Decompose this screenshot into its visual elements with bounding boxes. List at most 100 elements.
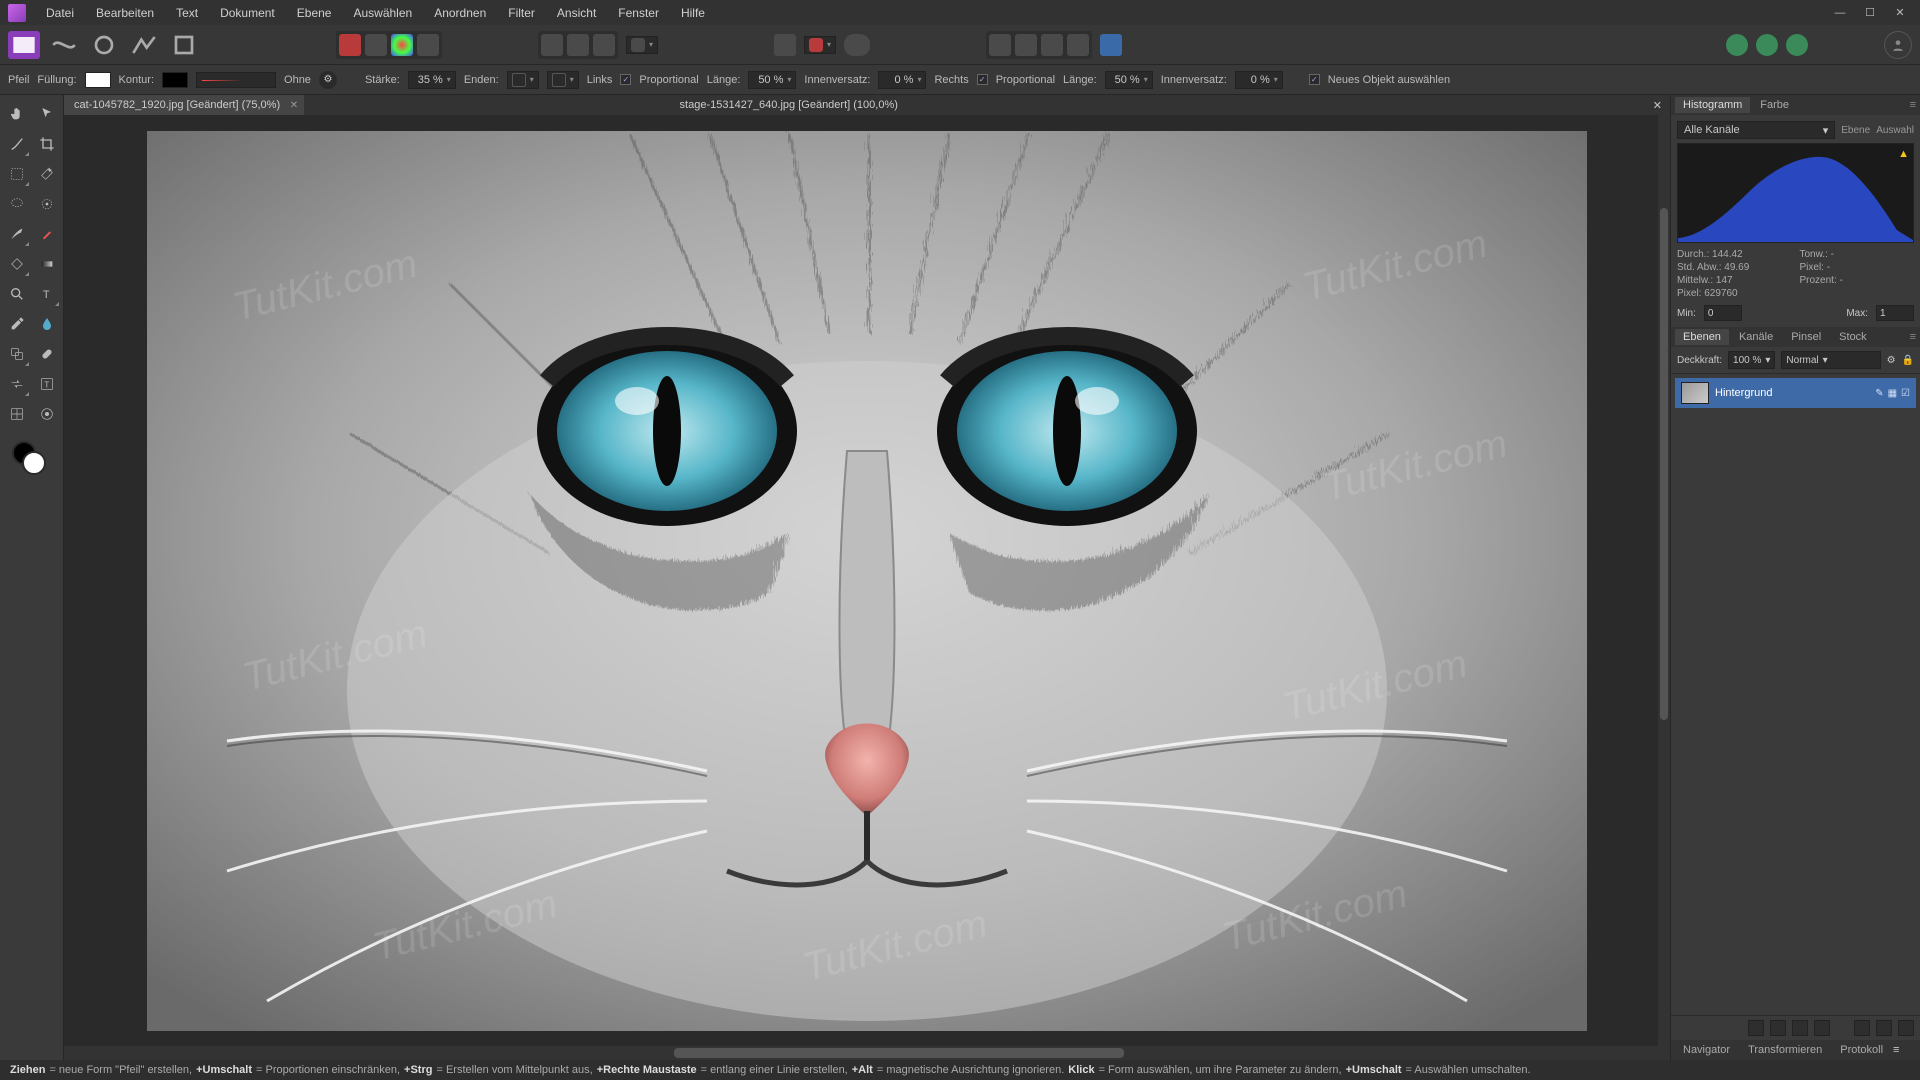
layer-fx-icon[interactable]: ⚙: [1887, 355, 1896, 366]
preview-icon[interactable]: [844, 34, 870, 56]
eyedropper-tool[interactable]: [4, 311, 30, 337]
channel-select[interactable]: Alle Kanäle▾: [1677, 121, 1835, 139]
panel-menu-icon[interactable]: ≡: [1910, 99, 1916, 111]
scope-ebene[interactable]: Ebene: [1841, 125, 1870, 136]
arrange-icon[interactable]: [774, 34, 796, 56]
tab-stock[interactable]: Stock: [1831, 329, 1875, 345]
t1-icon[interactable]: [989, 34, 1011, 56]
layer-vis-icon[interactable]: ☑: [1901, 388, 1910, 399]
layer-link-icon[interactable]: ▦: [1888, 388, 1897, 399]
blend-select[interactable]: Normal▾: [1781, 351, 1880, 369]
persona-photo[interactable]: [8, 31, 40, 59]
mask-icon[interactable]: [1748, 1020, 1764, 1036]
add-layer-icon[interactable]: [1876, 1020, 1892, 1036]
layers-menu-icon[interactable]: ≡: [1910, 331, 1916, 343]
prop-left-chk[interactable]: [620, 74, 631, 85]
group-icon[interactable]: [1854, 1020, 1870, 1036]
blur-tool[interactable]: [34, 311, 60, 337]
newobj-chk[interactable]: [1309, 74, 1320, 85]
tab-protokoll[interactable]: Protokoll: [1832, 1042, 1891, 1058]
bottom-menu-icon[interactable]: ≡: [1893, 1044, 1899, 1056]
prop-right-chk[interactable]: [977, 74, 988, 85]
menu-fenster[interactable]: Fenster: [608, 2, 669, 24]
doc-tab-0[interactable]: cat-1045782_1920.jpg [Geändert] (75,0%) …: [64, 95, 304, 115]
persona-liquify[interactable]: [48, 31, 80, 59]
zoom-dd[interactable]: ▾: [626, 36, 658, 54]
layer-edit-icon[interactable]: ✎: [1875, 388, 1883, 399]
menu-ebene[interactable]: Ebene: [287, 2, 342, 24]
length-l-dd[interactable]: 50 %▾: [748, 71, 796, 89]
minimize-btn[interactable]: —: [1828, 3, 1852, 23]
hand-tool[interactable]: [4, 101, 30, 127]
menu-hilfe[interactable]: Hilfe: [671, 2, 715, 24]
length-r-dd[interactable]: 50 %▾: [1105, 71, 1153, 89]
frame-text-tool[interactable]: T: [34, 371, 60, 397]
tab-navigator[interactable]: Navigator: [1675, 1042, 1738, 1058]
strength-dd[interactable]: 35 %▾: [408, 71, 456, 89]
delete-layer-icon[interactable]: [1898, 1020, 1914, 1036]
fill-swatch[interactable]: [85, 72, 111, 88]
menu-dokument[interactable]: Dokument: [210, 2, 285, 24]
canvas-hscroll[interactable]: [64, 1046, 1670, 1060]
lasso-tool[interactable]: [4, 191, 30, 217]
marquee-tool[interactable]: [4, 161, 30, 187]
stroke-settings-icon[interactable]: ⚙: [319, 71, 337, 89]
sync2-icon[interactable]: [1756, 34, 1778, 56]
tab-transform[interactable]: Transformieren: [1740, 1042, 1830, 1058]
menu-auswaehlen[interactable]: Auswählen: [343, 2, 422, 24]
canvas-vscroll[interactable]: [1658, 115, 1670, 1046]
layer-row-bg[interactable]: Hintergrund ✎ ▦ ☑: [1675, 378, 1916, 408]
end-left-dd[interactable]: ▾: [507, 71, 539, 89]
menu-datei[interactable]: Datei: [36, 2, 84, 24]
menu-text[interactable]: Text: [166, 2, 208, 24]
shape-tool[interactable]: [4, 371, 30, 397]
perspective-tool[interactable]: [34, 401, 60, 427]
menu-bearbeiten[interactable]: Bearbeiten: [86, 2, 164, 24]
wand-tool[interactable]: [34, 161, 60, 187]
live-icon[interactable]: [1814, 1020, 1830, 1036]
grid3-icon[interactable]: [593, 34, 615, 56]
crop-tool[interactable]: [34, 131, 60, 157]
node-tool[interactable]: [4, 131, 30, 157]
tab-kanaele[interactable]: Kanäle: [1731, 329, 1781, 345]
color-wells[interactable]: [4, 437, 60, 481]
color-chooser-icon[interactable]: [391, 34, 413, 56]
selection-brush-tool[interactable]: [34, 191, 60, 217]
menu-filter[interactable]: Filter: [498, 2, 545, 24]
stroke-preview[interactable]: [196, 72, 276, 88]
inset-r-dd[interactable]: 0 %▾: [1235, 71, 1283, 89]
fill-tool[interactable]: [4, 251, 30, 277]
end-right-dd[interactable]: ▾: [547, 71, 579, 89]
mesh-tool[interactable]: [4, 401, 30, 427]
grid2-icon[interactable]: [567, 34, 589, 56]
adjust-icon[interactable]: [1770, 1020, 1786, 1036]
t2-icon[interactable]: [1015, 34, 1037, 56]
toggle-icon[interactable]: [417, 34, 439, 56]
persona-tonemap[interactable]: [128, 31, 160, 59]
doc-tab-0-close-icon[interactable]: ✕: [290, 100, 298, 111]
menu-ansicht[interactable]: Ansicht: [547, 2, 606, 24]
tab-ebenen[interactable]: Ebenen: [1675, 329, 1729, 345]
text-tool[interactable]: T: [34, 281, 60, 307]
fg-color-well[interactable]: [22, 451, 46, 475]
doc-tab-1[interactable]: stage-1531427_640.jpg [Geändert] (100,0%…: [670, 95, 922, 115]
tab-pinsel[interactable]: Pinsel: [1783, 329, 1829, 345]
inset-l-dd[interactable]: 0 %▾: [878, 71, 926, 89]
min-input[interactable]: [1704, 305, 1742, 321]
grid1-icon[interactable]: [541, 34, 563, 56]
persona-develop[interactable]: [88, 31, 120, 59]
maximize-btn[interactable]: ☐: [1858, 3, 1882, 23]
menu-anordnen[interactable]: Anordnen: [424, 2, 496, 24]
refine-icon[interactable]: [365, 34, 387, 56]
persona-export[interactable]: [168, 31, 200, 59]
canvas-viewport[interactable]: TutKit.com TutKit.com TutKit.com TutKit.…: [64, 115, 1670, 1046]
close-btn[interactable]: ✕: [1888, 3, 1912, 23]
t4-icon[interactable]: [1067, 34, 1089, 56]
distribute-icon[interactable]: [1100, 34, 1122, 56]
quickmask-icon[interactable]: [339, 34, 361, 56]
move-tool[interactable]: [34, 101, 60, 127]
healing-tool[interactable]: [34, 341, 60, 367]
stroke-swatch[interactable]: [162, 72, 188, 88]
scope-auswahl[interactable]: Auswahl: [1876, 125, 1914, 136]
sync1-icon[interactable]: [1726, 34, 1748, 56]
